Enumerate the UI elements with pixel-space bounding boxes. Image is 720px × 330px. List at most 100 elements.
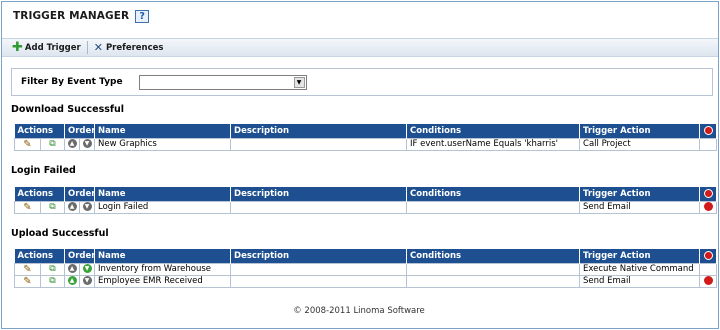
pencil-icon: ✎ xyxy=(23,263,32,275)
section-title: Download Successful xyxy=(11,104,125,115)
arrow-up-icon: ▲ xyxy=(67,139,77,148)
toolbar-divider xyxy=(86,41,88,54)
section-title: Login Failed xyxy=(11,165,76,176)
table-row: ✎ ⧉ ▲ ▼ Employee EMR Received Send Email xyxy=(14,274,718,288)
trigger-table: Actions Order Name Description Conditions Tri… xyxy=(14,124,718,151)
trigger-description-cell xyxy=(230,262,408,276)
disable-all-stop-icon[interactable] xyxy=(699,124,718,138)
pencil-icon: ✎ xyxy=(23,275,32,287)
column-trigger-action[interactable]: Trigger Action xyxy=(579,249,701,263)
stop-icon[interactable] xyxy=(703,202,713,211)
plus-icon: ✚ xyxy=(12,40,23,55)
edit-button[interactable]: ✎ xyxy=(14,137,41,151)
column-actions[interactable]: Actions xyxy=(14,249,66,263)
column-actions[interactable]: Actions xyxy=(14,187,66,201)
trigger-conditions-cell xyxy=(406,200,581,214)
preferences-button[interactable]: ✕ Preferences xyxy=(94,42,164,53)
trigger-description-cell xyxy=(230,200,408,214)
move-up-button[interactable]: ▲ xyxy=(64,262,81,276)
move-down-button[interactable]: ▼ xyxy=(79,274,96,288)
title-bar: TRIGGER MANAGER ? xyxy=(2,2,718,30)
copy-icon: ⧉ xyxy=(49,264,56,274)
help-button[interactable]: ? xyxy=(135,9,150,23)
copy-button[interactable]: ⧉ xyxy=(39,274,66,288)
copy-button[interactable]: ⧉ xyxy=(39,262,66,276)
trigger-name-cell[interactable]: Inventory from Warehouse xyxy=(94,262,232,276)
copy-button[interactable]: ⧉ xyxy=(39,200,66,214)
move-up-button[interactable]: ▲ xyxy=(64,274,81,288)
row-status-cell xyxy=(699,137,718,151)
trigger-table: Actions Order Name Description Conditions Tri… xyxy=(14,187,718,214)
column-conditions[interactable]: Conditions xyxy=(406,124,581,138)
trigger-name-cell[interactable]: Employee EMR Received xyxy=(94,274,232,288)
page-title: TRIGGER MANAGER xyxy=(13,10,130,22)
column-description[interactable]: Description xyxy=(230,249,408,263)
column-description[interactable]: Description xyxy=(230,187,408,201)
disable-all-stop-icon[interactable] xyxy=(699,249,718,263)
copy-icon: ⧉ xyxy=(49,276,56,286)
column-name[interactable]: Name xyxy=(94,187,232,201)
toolbar: ✚ Add Trigger ✕ Preferences xyxy=(2,38,718,57)
trigger-action-cell: Execute Native Command xyxy=(579,262,701,276)
trigger-table: Actions Order Name Description Conditions Tri… xyxy=(14,249,718,288)
column-order[interactable]: Order xyxy=(64,187,96,201)
arrow-up-icon: ▲ xyxy=(67,264,77,273)
arrow-up-icon: ▲ xyxy=(67,276,77,285)
copyright-footer: © 2008-2011 Linoma Software xyxy=(293,306,425,316)
table-header-row: Actions Order Name Description Conditions Tri… xyxy=(14,124,718,138)
stop-icon[interactable] xyxy=(703,188,713,198)
trigger-conditions-cell: IF event.userName Equals 'kharris' xyxy=(406,137,581,151)
move-down-button[interactable]: ▼ xyxy=(79,137,96,151)
move-down-button[interactable]: ▼ xyxy=(79,200,96,214)
row-status-cell[interactable] xyxy=(699,274,718,288)
stop-icon[interactable] xyxy=(703,125,713,135)
section-title: Upload Successful xyxy=(11,228,109,239)
move-up-button[interactable]: ▲ xyxy=(64,137,81,151)
trigger-name-cell[interactable]: Login Failed xyxy=(94,200,232,214)
edit-button[interactable]: ✎ xyxy=(14,274,41,288)
column-order[interactable]: Order xyxy=(64,249,96,263)
copy-icon: ⧉ xyxy=(49,202,56,212)
event-type-select[interactable]: ▼ xyxy=(138,74,307,90)
column-actions[interactable]: Actions xyxy=(14,124,66,138)
row-status-cell xyxy=(699,262,718,276)
stop-icon[interactable] xyxy=(703,276,713,285)
arrow-down-icon: ▼ xyxy=(82,264,92,273)
trigger-name-cell[interactable]: New Graphics xyxy=(94,137,232,151)
trigger-action-cell: Call Project xyxy=(579,137,701,151)
column-conditions[interactable]: Conditions xyxy=(406,187,581,201)
copy-icon: ⧉ xyxy=(49,139,56,149)
column-name[interactable]: Name xyxy=(94,249,232,263)
trigger-action-cell: Send Email xyxy=(579,274,701,288)
tools-icon: ✕ xyxy=(93,41,103,54)
copy-button[interactable]: ⧉ xyxy=(39,137,66,151)
table-row: ✎ ⧉ ▲ ▼ New Graphics IF event.userName Equals… xyxy=(14,137,718,151)
add-trigger-button[interactable]: ✚ Add Trigger xyxy=(12,41,81,54)
column-description[interactable]: Description xyxy=(230,124,408,138)
column-conditions[interactable]: Conditions xyxy=(406,249,581,263)
add-trigger-label: Add Trigger xyxy=(24,42,81,53)
pencil-icon: ✎ xyxy=(23,201,32,213)
filter-label: Filter By Event Type xyxy=(21,77,123,87)
table-row: ✎ ⧉ ▲ ▼ Login Failed Send Email xyxy=(14,200,718,214)
edit-button[interactable]: ✎ xyxy=(14,200,41,214)
stop-icon[interactable] xyxy=(703,250,713,260)
column-trigger-action[interactable]: Trigger Action xyxy=(579,187,701,201)
move-down-button[interactable]: ▼ xyxy=(79,262,96,276)
table-row: ✎ ⧉ ▲ ▼ Inventory from Warehouse Execute Nati… xyxy=(14,262,718,276)
arrow-down-icon: ▼ xyxy=(82,202,92,211)
trigger-conditions-cell xyxy=(406,274,581,288)
trigger-action-cell: Send Email xyxy=(579,200,701,214)
arrow-up-icon: ▲ xyxy=(67,202,77,211)
column-trigger-action[interactable]: Trigger Action xyxy=(579,124,701,138)
table-header-row: Actions Order Name Description Conditions Tri… xyxy=(14,187,718,201)
table-header-row: Actions Order Name Description Conditions Tri… xyxy=(14,249,718,263)
disable-all-stop-icon[interactable] xyxy=(699,187,718,201)
edit-button[interactable]: ✎ xyxy=(14,262,41,276)
dropdown-arrow-icon[interactable]: ▼ xyxy=(293,76,305,88)
preferences-label: Preferences xyxy=(105,42,164,53)
row-status-cell[interactable] xyxy=(699,200,718,214)
move-up-button[interactable]: ▲ xyxy=(64,200,81,214)
column-order[interactable]: Order xyxy=(64,124,96,138)
column-name[interactable]: Name xyxy=(94,124,232,138)
